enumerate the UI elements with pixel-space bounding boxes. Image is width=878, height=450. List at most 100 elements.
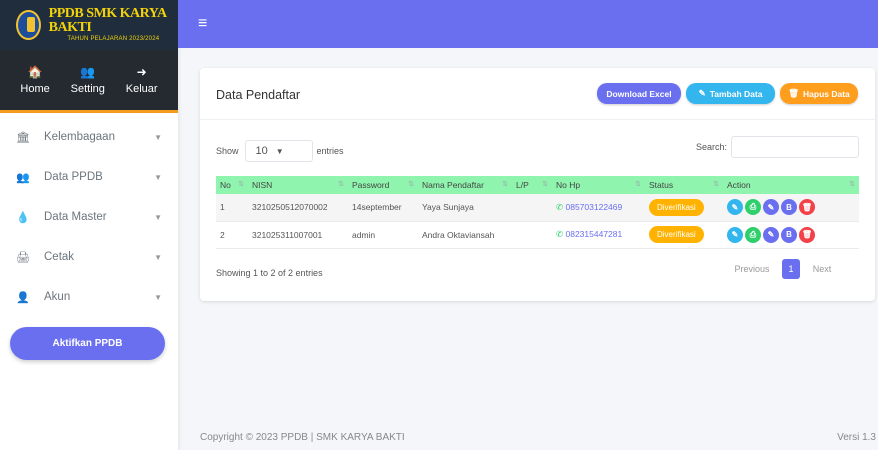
home-icon: 🏠: [27, 65, 43, 79]
sidebar-item-kelembagaan[interactable]: 🏛 Kelembagaan ▼: [0, 117, 178, 157]
logout-link[interactable]: ➜ Keluar: [126, 65, 158, 95]
pagination: Previous 1 Next: [728, 259, 838, 279]
print-button[interactable]: ⎙: [745, 226, 761, 243]
edit-button[interactable]: ✎: [727, 226, 743, 243]
download-excel-button[interactable]: Download Excel: [597, 83, 681, 104]
sidebar: PPDB SMK KARYA BAKTI TAHUN PELAJARAN 202…: [0, 0, 178, 450]
activate-ppdb-button[interactable]: Aktifkan PPDB: [10, 327, 165, 360]
entries-select[interactable]: 10 ▼: [244, 140, 313, 162]
table-row: 2 321025311007001 admin Andra Oktaviansa…: [216, 221, 859, 249]
sort-icon: ⇅: [635, 181, 641, 188]
cell-status: Diverifikasi: [645, 221, 723, 249]
sort-icon: ⇅: [849, 181, 855, 188]
cell-nisn: 321025311007001: [248, 221, 348, 249]
tambah-data-label: Tambah Data: [709, 88, 763, 99]
chevron-down-icon: ▼: [154, 292, 162, 302]
detail-button[interactable]: B: [781, 199, 797, 216]
brand[interactable]: PPDB SMK KARYA BAKTI TAHUN PELAJARAN 202…: [0, 0, 178, 50]
logout-label: Keluar: [125, 83, 158, 95]
cell-status: Diverifikasi: [645, 194, 723, 222]
pagination-previous[interactable]: Previous: [728, 264, 776, 274]
tambah-data-button[interactable]: ✎ Tambah Data: [686, 83, 775, 104]
hapus-data-label: Hapus Data: [803, 88, 850, 99]
column-header-nama[interactable]: Nama Pendaftar ⇅: [418, 176, 512, 194]
status-badge: Diverifikasi: [649, 226, 704, 243]
chevron-down-icon: ▼: [154, 172, 162, 182]
cell-nisn: 3210250512070002: [248, 194, 348, 222]
column-header-lp[interactable]: L/P ⇅: [512, 176, 552, 194]
chevron-down-icon: ▼: [154, 212, 162, 222]
pagination-page-1[interactable]: 1: [782, 259, 800, 279]
sort-icon: ⇅: [338, 181, 344, 188]
setting-label: Setting: [70, 83, 105, 95]
edit-data-button[interactable]: ✎: [763, 226, 779, 243]
cell-action: ✎ ⎙ ✎ B 🗑: [723, 221, 859, 249]
chevron-down-icon: ▼: [154, 132, 162, 142]
edit-button[interactable]: ✎: [727, 199, 743, 216]
brand-title: PPDB SMK KARYA BAKTI: [48, 6, 167, 35]
home-link[interactable]: 🏠 Home: [20, 65, 49, 95]
pendaftar-table: No ⇅ NISN ⇅ Password ⇅ Nama Pendaftar ⇅ L/P ⇅…: [216, 176, 859, 249]
sign-out-icon: ➜: [136, 65, 147, 79]
trash-icon: 🗑: [788, 88, 800, 98]
setting-link[interactable]: 👥 Setting: [71, 65, 105, 95]
delete-button[interactable]: 🗑: [799, 226, 815, 243]
status-badge: Diverifikasi: [649, 198, 704, 216]
column-header-action[interactable]: Action ⇅: [723, 176, 859, 194]
sort-icon: ⇅: [408, 181, 414, 188]
chevron-down-icon: ▼: [154, 252, 162, 262]
sort-icon: ⇅: [502, 181, 508, 188]
school-logo-icon: [16, 10, 41, 40]
detail-button[interactable]: B: [781, 226, 797, 243]
entries-label: entries: [316, 146, 344, 156]
users-cog-icon: 👥: [80, 65, 96, 79]
users-icon: 👥: [16, 171, 30, 184]
table-header-row: No ⇅ NISN ⇅ Password ⇅ Nama Pendaftar ⇅ L/P ⇅…: [216, 176, 859, 194]
cell-action: ✎ ⎙ ✎ B 🗑: [723, 194, 859, 222]
whatsapp-icon: ✆: [556, 229, 564, 239]
sort-icon: ⇅: [238, 181, 244, 188]
sidebar-item-label: Akun: [44, 291, 71, 303]
user-panel: 🏠 Home 👥 Setting ➜ Keluar: [0, 50, 178, 113]
search-input[interactable]: [731, 136, 860, 158]
table-row: 1 3210250512070002 14september Yaya Sunj…: [216, 194, 859, 222]
cell-no: 2: [216, 221, 248, 249]
pagination-next[interactable]: Next: [806, 264, 838, 274]
edit-icon: ✎: [698, 88, 706, 98]
cell-password: admin: [348, 221, 418, 249]
entries-control: Show 10 ▼ entries: [216, 140, 344, 162]
search-control: Search:: [696, 136, 860, 158]
footer-version: Versi 1.3: [837, 432, 876, 443]
footer-copyright: Copyright © 2023 PPDB | SMK KARYA BAKTI: [200, 432, 405, 443]
sidebar-item-data-ppdb[interactable]: 👥 Data PPDB ▼: [0, 157, 178, 197]
cell-hp[interactable]: ✆ 082315447281: [552, 221, 645, 249]
sidebar-item-label: Kelembagaan: [44, 131, 115, 143]
cell-nama: Andra Oktaviansah: [418, 221, 512, 249]
column-header-no[interactable]: No ⇅: [216, 176, 248, 194]
sidebar-item-data-master[interactable]: 💧 Data Master ▼: [0, 197, 178, 237]
brand-subtitle: TAHUN PELAJARAN 2023/2024: [67, 36, 160, 42]
cell-hp[interactable]: ✆ 085703122469: [552, 194, 645, 222]
chevron-down-icon: ▼: [275, 146, 284, 156]
hapus-data-button[interactable]: 🗑 Hapus Data: [780, 83, 858, 104]
phone-number: 082315447281: [565, 229, 623, 239]
sort-icon: ⇅: [713, 181, 719, 188]
sidebar-item-cetak[interactable]: 🖨 Cetak ▼: [0, 237, 178, 277]
building-icon: 🏛: [16, 131, 30, 144]
sidebar-item-akun[interactable]: 👤 Akun ▼: [0, 277, 178, 317]
data-pendaftar-card: Data Pendaftar Download Excel ✎ Tambah D…: [200, 68, 875, 301]
hamburger-menu-icon[interactable]: ≡: [198, 15, 207, 33]
delete-button[interactable]: 🗑: [799, 199, 815, 216]
sidebar-item-label: Data PPDB: [44, 171, 103, 183]
column-header-status[interactable]: Status ⇅: [645, 176, 723, 194]
sort-icon: ⇅: [542, 181, 548, 188]
table-info: Showing 1 to 2 of 2 entries: [216, 268, 323, 278]
download-excel-label: Download Excel: [606, 88, 672, 99]
column-header-nohp[interactable]: No Hp ⇅: [552, 176, 645, 194]
column-header-password[interactable]: Password ⇅: [348, 176, 418, 194]
edit-data-button[interactable]: ✎: [763, 199, 779, 216]
show-label: Show: [216, 146, 239, 156]
print-button[interactable]: ⎙: [745, 199, 761, 216]
column-header-nisn[interactable]: NISN ⇅: [248, 176, 348, 194]
entries-value: 10: [255, 145, 268, 157]
